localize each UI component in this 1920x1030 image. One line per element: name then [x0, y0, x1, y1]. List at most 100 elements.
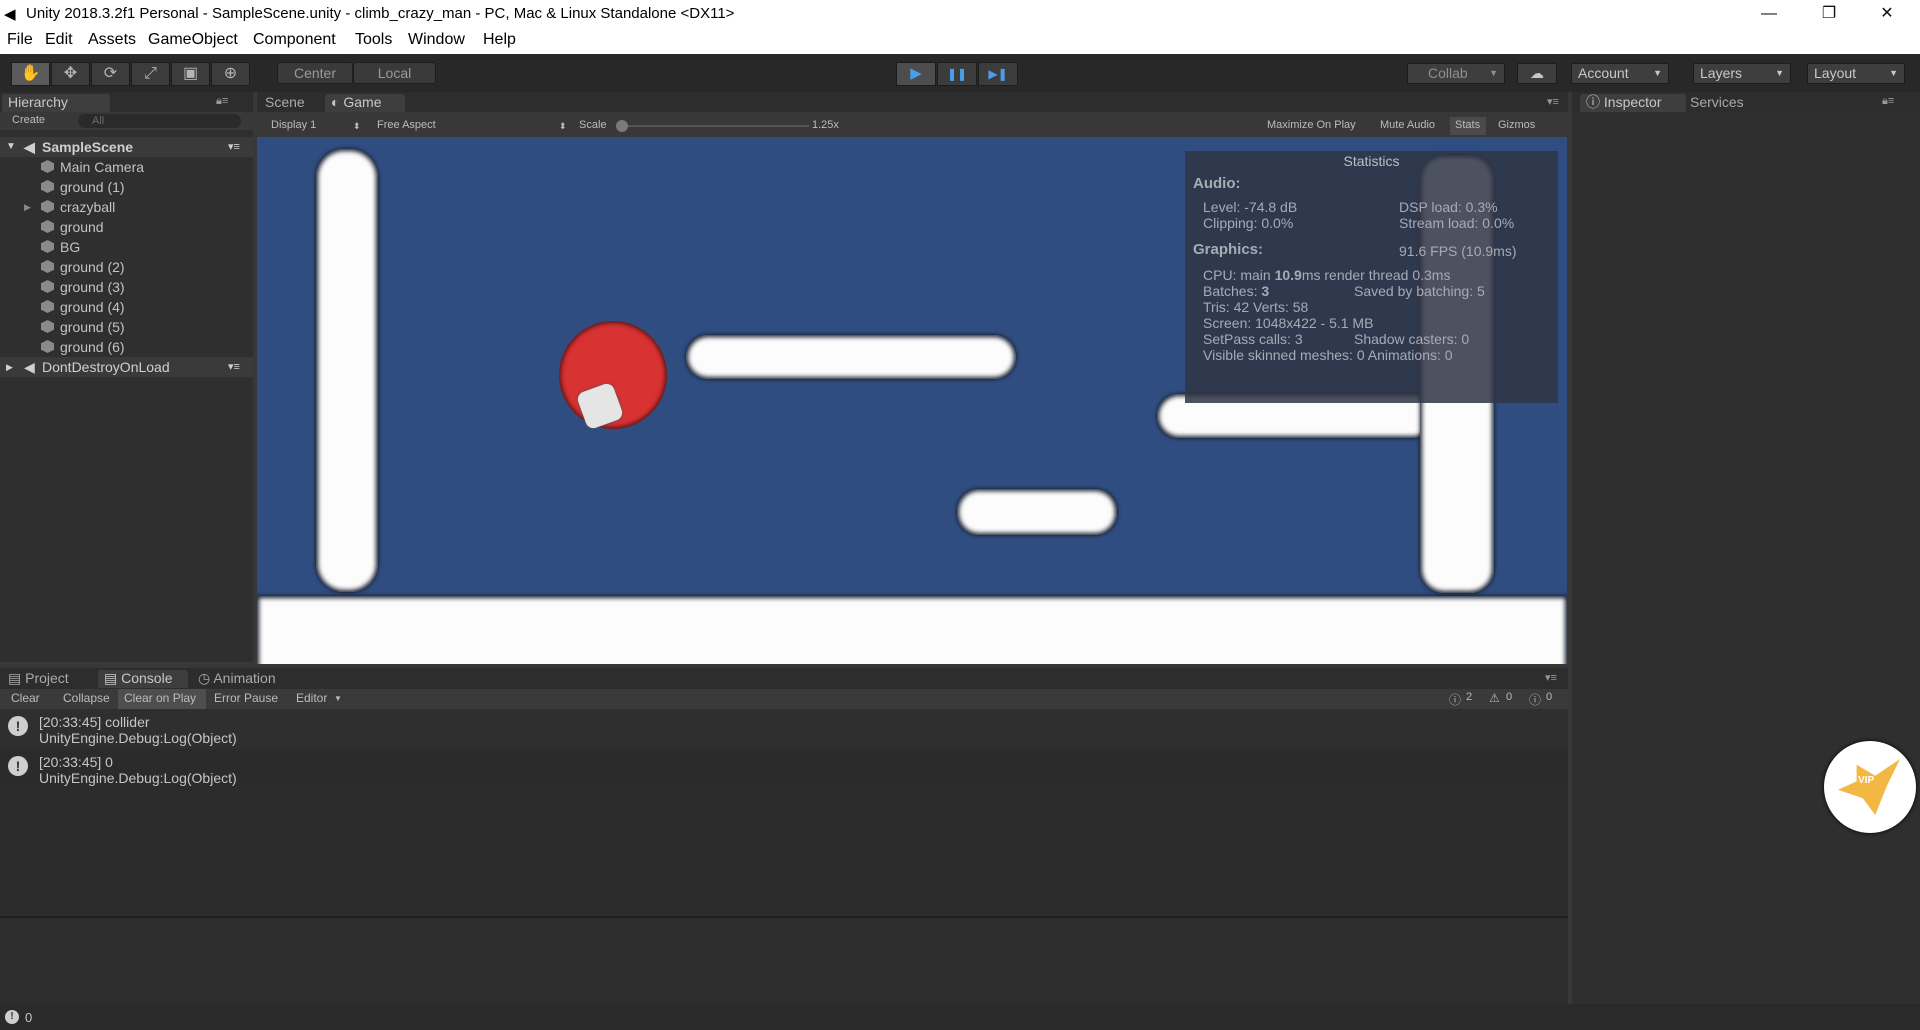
log-entry[interactable]: ! [20:33:45] 0 UnityEngine.Debug:Log(Obj…: [0, 749, 1568, 789]
hierarchy-item[interactable]: ▶ crazyball: [0, 197, 253, 217]
create-dropdown[interactable]: Create: [12, 114, 45, 126]
hierarchy-item[interactable]: ground (6): [0, 337, 253, 357]
batches-value: 3: [1261, 283, 1270, 299]
hierarchy-item[interactable]: ground (5): [0, 317, 253, 337]
inspector-tabstrip: ⓘ Inspector Services 🔒︎≡: [1572, 92, 1920, 112]
tab-services[interactable]: Services: [1684, 94, 1764, 112]
vip-badge[interactable]: VIP: [1824, 741, 1916, 833]
tab-console[interactable]: ▤ Console: [98, 670, 188, 688]
menu-file[interactable]: File: [7, 31, 33, 49]
error-icon[interactable]: ⓘ: [1529, 691, 1541, 708]
pause-button[interactable]: ❚❚: [937, 62, 977, 86]
collapse-button[interactable]: Collapse: [63, 691, 110, 705]
warning-icon[interactable]: ⚠: [1489, 691, 1500, 705]
hierarchy-item[interactable]: BG: [0, 237, 253, 257]
clear-button[interactable]: Clear: [11, 691, 40, 705]
hierarchy-panel: Hierarchy 🔒︎≡ Create All ▼ ◀ SampleScene…: [0, 92, 253, 662]
hierarchy-item[interactable]: ground (2): [0, 257, 253, 277]
window-title: Unity 2018.3.2f1 Personal - SampleScene.…: [26, 5, 735, 22]
menu-assets[interactable]: Assets: [88, 31, 136, 49]
step-button[interactable]: ▶❚: [978, 62, 1018, 86]
scene-row[interactable]: ▼ ◀ SampleScene ▾≡: [0, 137, 253, 157]
scale-value: 1.25x: [812, 119, 839, 131]
expand-arrow-icon[interactable]: ▶: [6, 357, 13, 377]
lock-icon[interactable]: 🔒︎≡: [1882, 95, 1894, 108]
maximize-on-play-toggle[interactable]: Maximize On Play: [1267, 119, 1356, 131]
expand-arrow-icon[interactable]: ▼: [6, 137, 16, 157]
play-button[interactable]: ▶: [896, 62, 936, 86]
shadow-casters: Shadow casters: 0: [1354, 331, 1470, 347]
scale-slider-thumb[interactable]: [616, 120, 628, 132]
gizmos-dropdown[interactable]: Gizmos: [1498, 119, 1535, 131]
scene-menu-icon[interactable]: ▾≡: [228, 137, 240, 157]
cpu-suffix: ms render thread 0.3ms: [1301, 267, 1451, 283]
scale-tool-icon[interactable]: ⤢: [131, 62, 170, 86]
collab-dropdown[interactable]: Collab ▼: [1407, 63, 1505, 84]
menu-help[interactable]: Help: [483, 31, 516, 49]
hierarchy-item[interactable]: ground (4): [0, 297, 253, 317]
transform-tool-icon[interactable]: ⊕: [211, 62, 250, 86]
move-tool-icon[interactable]: ✥: [51, 62, 90, 86]
stats-toggle[interactable]: Stats: [1455, 119, 1480, 131]
log-count: 2: [1466, 691, 1473, 703]
menu-component[interactable]: Component: [253, 31, 336, 49]
menu-tools[interactable]: Tools: [355, 31, 392, 49]
status-bar: ! 0: [0, 1004, 1920, 1030]
menu-gameobject[interactable]: GameObject: [148, 31, 238, 49]
dont-destroy-row[interactable]: ▶ ◀ DontDestroyOnLoad ▾≡: [0, 357, 253, 377]
tab-inspector[interactable]: ⓘ Inspector: [1580, 94, 1686, 112]
tab-project[interactable]: ▤ Project: [2, 670, 96, 688]
hierarchy-item[interactable]: Main Camera: [0, 157, 253, 177]
editor-dropdown[interactable]: Editor: [296, 691, 327, 705]
restore-button[interactable]: ❐: [1806, 2, 1852, 26]
hierarchy-search-input[interactable]: All: [78, 114, 241, 128]
account-dropdown[interactable]: Account ▼: [1571, 63, 1669, 84]
item-label: ground (1): [60, 179, 125, 195]
hierarchy-item[interactable]: ground (1): [0, 177, 253, 197]
panel-menu-icon[interactable]: ▾≡: [1545, 671, 1557, 684]
mute-audio-toggle[interactable]: Mute Audio: [1380, 119, 1435, 131]
tab-scene[interactable]: Scene: [259, 94, 321, 112]
aspect-dropdown[interactable]: Free Aspect: [377, 119, 436, 131]
scene-tab-label: Scene: [265, 94, 305, 110]
display-dropdown[interactable]: Display 1: [271, 119, 316, 131]
scale-slider-track[interactable]: [619, 125, 809, 127]
pivot-center-button[interactable]: Center: [277, 62, 353, 84]
ground-floor: [257, 596, 1567, 664]
tab-animation[interactable]: ◷ Animation: [192, 670, 292, 688]
chevron-down-icon: ▼: [1653, 68, 1662, 78]
tab-game[interactable]: ◐ Game: [325, 94, 405, 112]
menu-window[interactable]: Window: [408, 31, 465, 49]
close-button[interactable]: ✕: [1864, 2, 1910, 26]
scene-menu-icon[interactable]: ▾≡: [228, 357, 240, 377]
unity-logo-icon: ◀: [4, 6, 16, 23]
rotate-tool-icon[interactable]: ⟳: [91, 62, 130, 86]
item-label: ground: [60, 219, 104, 235]
saved-batching: Saved by batching: 5: [1354, 283, 1485, 299]
layers-dropdown[interactable]: Layers ▼: [1693, 63, 1791, 84]
log-info-icon[interactable]: ⓘ: [1449, 691, 1461, 708]
hierarchy-tabstrip: Hierarchy 🔒︎≡: [0, 92, 253, 112]
info-icon: !: [8, 756, 28, 776]
hierarchy-item[interactable]: ground: [0, 217, 253, 237]
minimize-button[interactable]: —: [1746, 2, 1792, 26]
tab-hierarchy[interactable]: Hierarchy: [2, 94, 110, 112]
audio-header: Audio:: [1193, 175, 1241, 192]
rect-tool-icon[interactable]: ▣: [171, 62, 210, 86]
log-entry[interactable]: ! [20:33:45] collider UnityEngine.Debug:…: [0, 709, 1568, 749]
cloud-button[interactable]: ☁: [1517, 63, 1557, 84]
dsp-load: DSP load: 0.3%: [1399, 199, 1498, 215]
clear-on-play-toggle[interactable]: Clear on Play: [124, 691, 196, 705]
error-pause-toggle[interactable]: Error Pause: [214, 691, 278, 705]
menu-edit[interactable]: Edit: [45, 31, 73, 49]
gameobject-icon: [41, 340, 54, 353]
status-message[interactable]: 0: [25, 1010, 32, 1025]
layout-dropdown[interactable]: Layout ▼: [1807, 63, 1905, 84]
layers-label: Layers: [1700, 65, 1743, 81]
expand-arrow-icon[interactable]: ▶: [24, 197, 31, 217]
hand-tool-icon[interactable]: ✋: [11, 62, 50, 86]
pivot-local-button[interactable]: Local: [353, 62, 436, 84]
panel-menu-icon[interactable]: ▾≡: [1547, 95, 1559, 108]
hierarchy-item[interactable]: ground (3): [0, 277, 253, 297]
lock-icon[interactable]: 🔒︎≡: [216, 95, 228, 108]
